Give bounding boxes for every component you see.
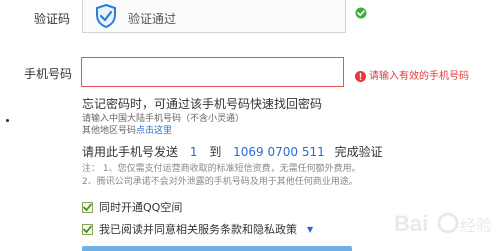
sms-to: 到 <box>209 145 222 159</box>
sms-instruction: 请用此手机号发送 1 到 1069 0700 511 完成验证 <box>82 143 383 160</box>
phone-tip-main: 忘记密码时，可通过该手机号码快速找回密码 <box>82 97 323 111</box>
qzone-checkbox[interactable] <box>82 201 93 213</box>
captcha-label: 验证码 <box>34 12 71 26</box>
phone-error: 请输入有效的手机号码 <box>369 71 469 82</box>
option-qzone[interactable]: 同时开通QQ空间 <box>82 199 182 215</box>
note-line-2: 2、腾讯公司承诺不会对外泄露的手机号码及用于其他任何商业用途。 <box>82 177 358 187</box>
captcha-status: 验证通过 <box>128 12 177 26</box>
sms-number: 1069 0700 511 <box>233 145 325 159</box>
green-check-icon <box>355 4 367 23</box>
sms-prefix: 请用此手机号发送 <box>82 145 179 159</box>
svg-text:Bai: Bai <box>394 211 428 236</box>
phone-label: 手机号码 <box>24 67 73 81</box>
shield-check-icon <box>95 3 117 32</box>
qzone-label: 同时开通QQ空间 <box>99 201 183 214</box>
error-circle-icon <box>355 67 366 86</box>
sms-suffix: 完成验证 <box>334 145 383 159</box>
terms-dropdown-icon[interactable]: ▼ <box>307 225 313 234</box>
terms-label: 我已阅读并同意相关服务条款和隐私政策 <box>99 223 297 236</box>
submit-button-edge[interactable] <box>82 246 352 251</box>
other-region-link[interactable]: 点击这里 <box>136 126 172 136</box>
sms-code: 1 <box>189 145 198 159</box>
watermark-logo: Bai 经验 <box>392 205 492 245</box>
captcha-verify-box: 验证通过 <box>82 0 346 33</box>
option-terms[interactable]: 我已阅读并同意相关服务条款和隐私政策 ▼ <box>82 221 313 237</box>
svg-text:经验: 经验 <box>460 217 492 235</box>
terms-checkbox[interactable] <box>82 223 93 235</box>
phone-tip-sub2: 其他地区号码点击这里 <box>82 123 172 136</box>
phone-tip-sub2-prefix: 其他地区号码 <box>82 126 137 136</box>
phone-input[interactable] <box>81 57 344 87</box>
note-line-1: 注： 1、您仅需支付运营商收取的标准短信资费，无需任何额外费用。 <box>82 164 361 174</box>
bullet <box>6 119 9 122</box>
